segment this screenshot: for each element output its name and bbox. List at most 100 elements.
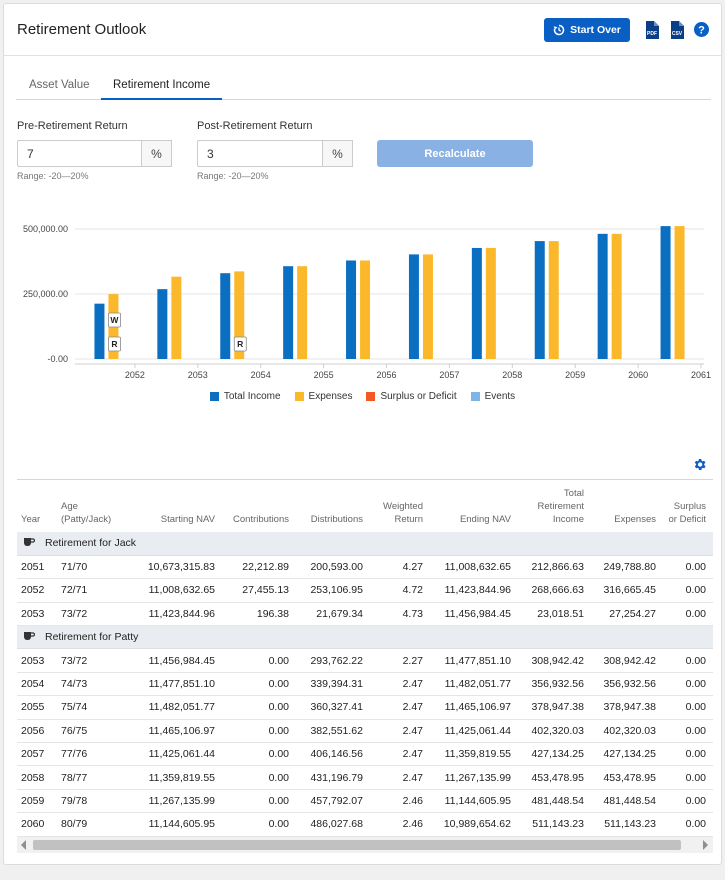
event-marker[interactable]: R	[108, 336, 121, 352]
table-cell: 10,673,315.83	[119, 555, 219, 580]
table-cell: 360,327.41	[293, 695, 367, 720]
event-marker-label: W	[110, 315, 119, 325]
table-row: 2057 77/76 11,425,061.44 0.00 406,146.56 2.47…	[17, 742, 713, 767]
start-over-button[interactable]: Start Over	[544, 18, 630, 42]
table-cell: 6.00	[710, 765, 713, 790]
column-header[interactable]: Distributions	[293, 480, 367, 532]
help-icon[interactable]: ?	[694, 22, 709, 37]
table-cell: 511,143.23	[588, 812, 660, 837]
table-cell: 457,792.07	[293, 789, 367, 814]
table-cell: 11,144,605.95	[427, 789, 515, 814]
table-cell: 200,593.00	[293, 555, 367, 580]
column-header[interactable]: Total Retirement Income	[515, 480, 588, 532]
table-cell: 2.46	[367, 789, 427, 814]
expenses-bar	[171, 276, 182, 359]
csv-icon[interactable]: CSV	[670, 21, 684, 39]
table-cell: 74/73	[57, 672, 119, 697]
table-cell: 72/71	[57, 578, 119, 603]
event-marker[interactable]: R	[233, 336, 247, 352]
table-row: 2055 75/74 11,482,051.77 0.00 360,327.41 2.47…	[17, 695, 713, 720]
column-header[interactable]: Weighted Return	[367, 480, 427, 532]
table-cell: 378,947.38	[515, 695, 588, 720]
gear-icon[interactable]	[692, 457, 707, 472]
tab-bar: Asset Value Retirement Income	[16, 74, 711, 100]
table-cell: 27,455.13	[219, 578, 293, 603]
table-cell: 76/75	[57, 719, 119, 744]
table-cell: 4.27	[367, 555, 427, 580]
column-header[interactable]: Age (Patty/Jack)	[57, 480, 119, 532]
table-cell: 453,478.95	[515, 765, 588, 790]
table-cell: 402,320.03	[515, 719, 588, 744]
total-income-bar	[346, 260, 357, 359]
coffee-cup-icon	[24, 632, 36, 641]
table-cell: 11,465,106.97	[427, 695, 515, 720]
tab-retirement-income[interactable]: Retirement Income	[101, 74, 223, 100]
x-tick-label: 2061	[691, 370, 711, 380]
scroll-right-arrow-icon[interactable]	[703, 840, 708, 850]
expenses-bar	[297, 266, 308, 359]
table-cell: 11,359,819.55	[119, 765, 219, 790]
table-cell: 486,027.68	[293, 812, 367, 837]
table-cell: 0.00	[219, 789, 293, 814]
column-header[interactable]: Ending NAV	[427, 480, 515, 532]
table-cell: 0.00	[219, 812, 293, 837]
total-income-bar	[220, 273, 231, 359]
table-cell: 6.00	[710, 578, 713, 603]
group-cell: Retirement for Jack	[17, 532, 713, 556]
pdf-icon[interactable]: PDF	[645, 21, 659, 39]
retirement-income-table: Year Age (Patty/Jack) Starting NAV Contribu…	[17, 480, 713, 837]
restart-icon	[553, 24, 565, 36]
scroll-left-arrow-icon[interactable]	[21, 840, 26, 850]
column-header[interactable]: Starting NAV	[119, 480, 219, 532]
table-cell: 0.00	[219, 695, 293, 720]
tab-asset-value[interactable]: Asset Value	[29, 74, 90, 100]
column-header[interactable]: Expenses	[588, 480, 660, 532]
group-title: Retirement for Jack	[45, 537, 137, 550]
table-cell: 0.00	[660, 602, 710, 627]
legend-item-surplus-or-deficit[interactable]: Surplus or Deficit	[366, 391, 457, 402]
page-title: Retirement Outlook	[17, 21, 147, 38]
scrollbar-thumb[interactable]	[33, 840, 681, 850]
table-cell: 481,448.54	[515, 789, 588, 814]
group-row: Retirement for Jack	[17, 532, 713, 556]
table-row: 2056 76/75 11,465,106.97 0.00 382,551.62 2.47…	[17, 719, 713, 744]
table-cell: 196.38	[219, 602, 293, 627]
horizontal-scrollbar[interactable]	[17, 837, 713, 853]
table-cell: 73/72	[57, 648, 119, 673]
start-over-label: Start Over	[570, 24, 621, 36]
table-cell: 2.27	[367, 648, 427, 673]
table-cell: 0.00	[660, 672, 710, 697]
column-header[interactable]: Surplus or Deficit	[660, 480, 710, 532]
legend-item-expenses[interactable]: Expenses	[294, 391, 352, 402]
post-retirement-return-input[interactable]	[197, 140, 323, 167]
table-cell: 2053	[17, 648, 57, 673]
expenses-bar	[674, 226, 685, 359]
legend-item-total-income[interactable]: Total Income	[209, 391, 281, 402]
event-marker[interactable]: W	[108, 312, 121, 328]
svg-text:?: ?	[698, 25, 705, 37]
column-header[interactable]: Year	[17, 480, 57, 532]
table-cell: 11,008,632.65	[119, 578, 219, 603]
column-header[interactable]: Contributions	[219, 480, 293, 532]
total-income-bar	[408, 254, 419, 359]
y-tick-label: -0.00	[47, 354, 68, 364]
column-header[interactable]: Inflation Rate	[710, 480, 713, 532]
table-cell: 2.47	[367, 765, 427, 790]
table-cell: 11,456,984.45	[427, 602, 515, 627]
table-cell: 11,144,605.95	[119, 812, 219, 837]
legend-swatch	[209, 392, 219, 401]
table-cell: 11,267,135.99	[427, 765, 515, 790]
table-cell: 11,477,851.10	[119, 672, 219, 697]
legend-item-events[interactable]: Events	[470, 391, 515, 402]
table-cell: 481,448.54	[588, 789, 660, 814]
table-cell: 2.47	[367, 719, 427, 744]
table-cell: 0.00	[660, 765, 710, 790]
table-row: 2053 73/72 11,423,844.96 196.38 21,679.34 4.7…	[17, 602, 713, 627]
table-cell: 27,254.27	[588, 602, 660, 627]
total-income-bar	[534, 241, 545, 359]
table-cell: 23,018.51	[515, 602, 588, 627]
table-cell: 6.00	[710, 648, 713, 673]
recalculate-button[interactable]: Recalculate	[377, 140, 533, 167]
table-cell: 0.00	[660, 719, 710, 744]
pre-retirement-return-input[interactable]	[17, 140, 142, 167]
